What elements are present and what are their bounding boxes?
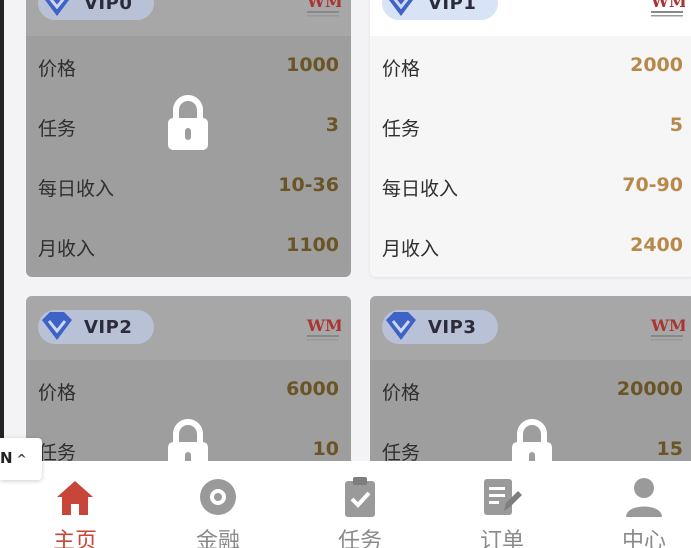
daily-income-label: 每日收入 [38,178,115,200]
monthly-income-label: 月收入 [382,238,440,260]
price-value: 2000 [630,54,683,76]
monthly-income-row: 月收入 1100 [26,216,351,276]
tab-tasks-label: 任务 [337,529,382,548]
svg-text:WM: WM [306,316,341,335]
tab-orders-label: 订单 [479,529,524,548]
price-value: 6000 [286,378,339,400]
tasks-label: 任务 [382,118,421,140]
wm-logo: WM [306,316,341,341]
vip-card-header: VIP1 WM [370,0,691,36]
tab-center-label: 中心 [621,529,666,548]
wm-logo: WM [306,0,341,17]
vip-level-label: VIP2 [84,317,133,338]
tab-center[interactable]: 中心 [575,461,691,548]
wm-logo: WM [650,0,685,17]
monthly-income-label: 月收入 [38,238,96,260]
daily-income-value: 70-90 [622,174,683,196]
diamond-icon [389,0,413,16]
price-label: 价格 [382,58,421,80]
tasks-value: 5 [669,114,683,136]
tasks-value: 10 [312,438,339,460]
home-icon [57,481,93,515]
tasks-label: 任务 [38,118,77,140]
task-clipboard-icon [345,477,375,517]
language-label: N [0,449,13,467]
monthly-income-value: 2400 [630,234,683,256]
vip-level-label: VIP3 [428,317,477,338]
price-label: 价格 [38,382,77,404]
tasks-value: 15 [656,438,683,460]
tab-orders[interactable]: 订单 [433,461,571,548]
price-value: 20000 [616,378,683,400]
vip-card-1[interactable]: VIP1 WM 价格 2000 任务 5 每日收入 70-90 月收入 2400 [370,0,691,277]
monthly-income-row: 月收入 2400 [370,216,691,276]
diamond-icon [45,0,69,16]
price-label: 价格 [38,58,77,80]
svg-text:WM: WM [306,0,341,11]
tab-home-label: 主页 [52,529,97,548]
vip-card-header: VIP2 WM [26,296,351,360]
tasks-value: 3 [325,114,339,136]
monthly-income-value: 1100 [286,234,339,256]
order-edit-icon [484,479,522,515]
vip-badge: VIP1 [382,0,498,20]
tab-finance[interactable]: 金融 [149,461,287,548]
svg-text:WM: WM [650,0,685,11]
wm-logo: WM [650,316,685,341]
tab-finance-label: 金融 [195,529,240,548]
language-toggle[interactable]: N ^ [0,438,42,480]
vip-level-label: VIP1 [428,0,477,14]
chevron-up-icon: ^ [16,452,27,466]
lock-icon [168,95,208,150]
price-row: 价格 2000 [370,36,691,96]
vip-card-header: VIP3 WM [370,296,691,360]
daily-income-row: 每日收入 70-90 [370,156,691,216]
price-label: 价格 [382,382,421,404]
bottom-tab-bar: 主页 金融 任务 订单 中心 [0,461,691,548]
daily-income-row: 每日收入 10-36 [26,156,351,216]
daily-income-label: 每日收入 [382,178,459,200]
price-row: 价格 1000 [26,36,351,96]
vip-badge: VIP3 [382,310,498,344]
vip-level-label: VIP0 [84,0,133,14]
user-icon [626,478,662,517]
finance-icon [200,479,236,515]
price-row: 价格 20000 [370,360,691,420]
daily-income-value: 10-36 [278,174,339,196]
tasks-row: 任务 5 [370,96,691,156]
svg-text:WM: WM [650,316,685,335]
vip-card-0[interactable]: VIP0 WM 价格 1000 任务 3 每日收入 10-36 月收入 1100 [26,0,351,277]
diamond-icon [386,312,416,340]
tab-tasks[interactable]: 任务 [291,461,429,548]
vip-badge: VIP2 [38,310,154,344]
price-row: 价格 6000 [26,360,351,420]
price-value: 1000 [286,54,339,76]
diamond-icon [42,312,72,340]
vip-card-header: VIP0 WM [26,0,351,36]
vip-badge: VIP0 [38,0,154,20]
